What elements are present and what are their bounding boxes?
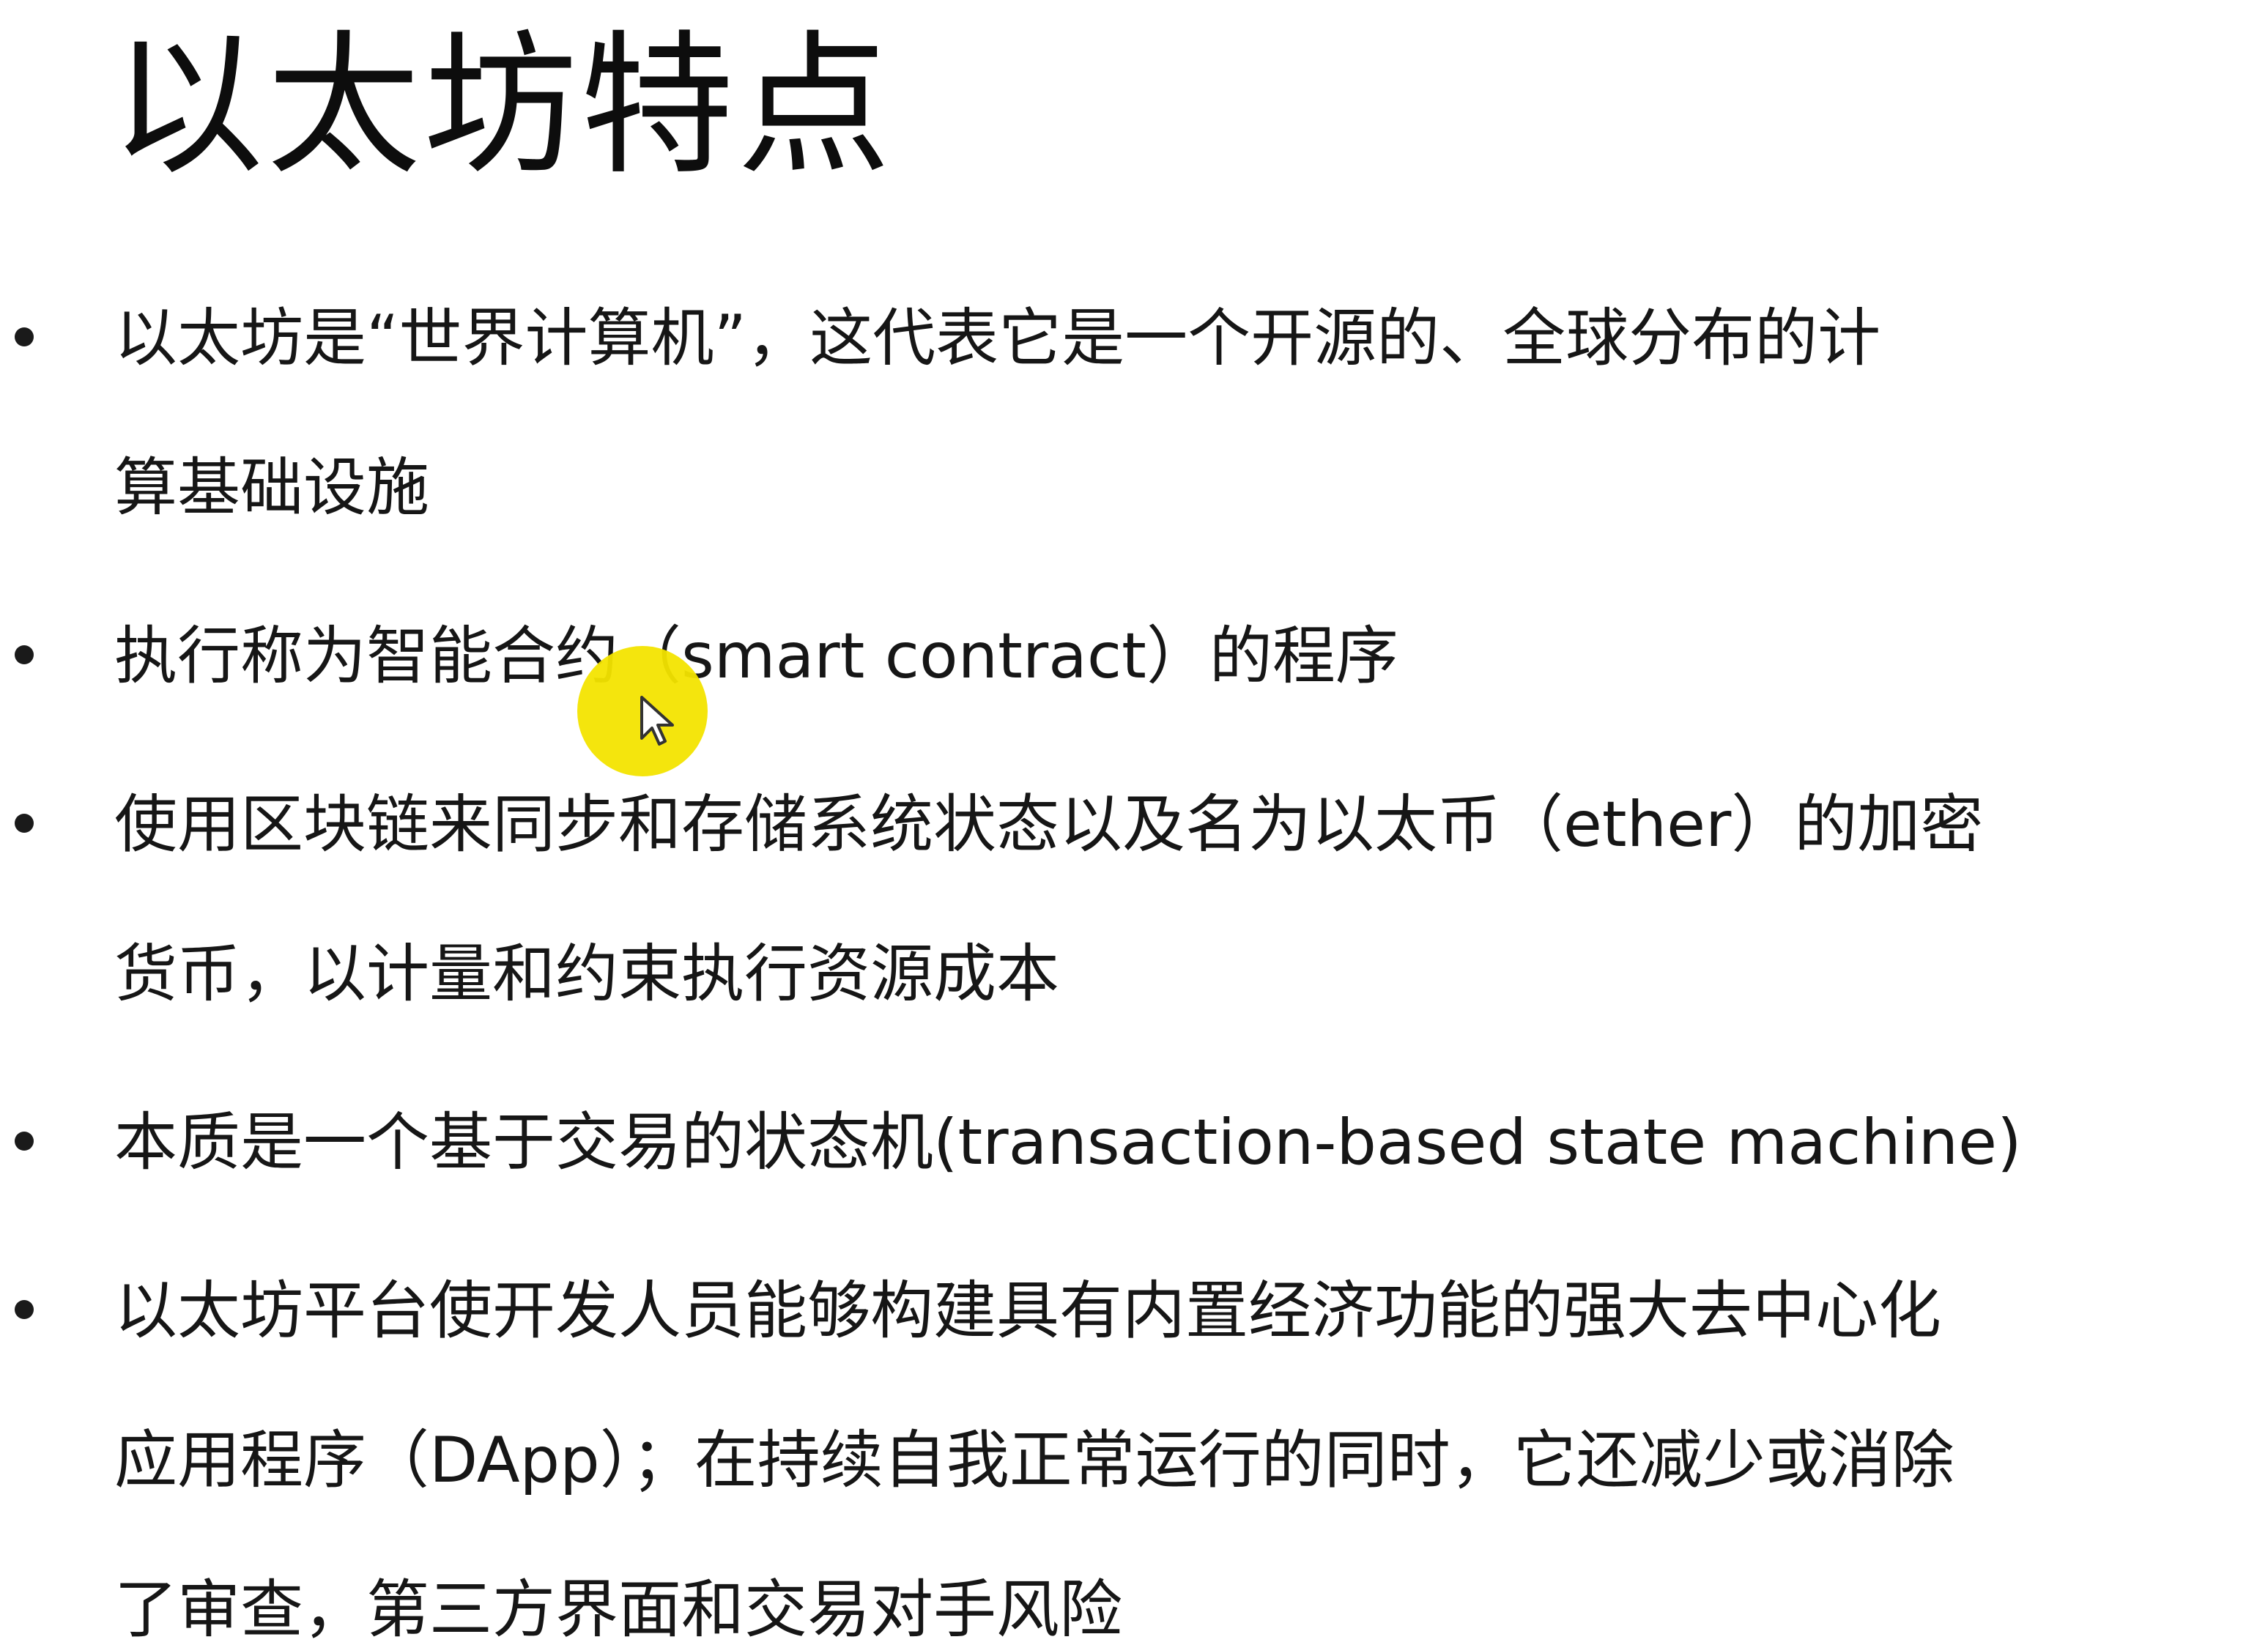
bullet-item-state-machine: 本质是一个基于交易的状态机(transaction-based state ma… (0, 1068, 2268, 1217)
bullet-line: 货币，以计量和约束执行资源成本 (114, 937, 1059, 1011)
bullet-dot-icon (15, 814, 34, 833)
bullet-list: 以太坊是“世界计算机”，这代表它是一个开源的、全球分布的计 算基础设施 执行称为… (0, 264, 2268, 1645)
bullet-item-dapp: 以太坊平台使开发人员能够构建具有内置经济功能的强大去中心化 应用程序（DApp）… (0, 1236, 2268, 1645)
slide: 以太坊特点 以太坊是“世界计算机”，这代表它是一个开源的、全球分布的计 算基础设… (0, 0, 2268, 1645)
bullet-line: 了审查，第三方界面和交易对手风险 (114, 1573, 1122, 1645)
bullet-line: 算基础设施 (114, 451, 429, 524)
bullet-line: 以太坊是“世界计算机”，这代表它是一个开源的、全球分布的计 (114, 302, 1881, 375)
bullet-dot-icon (15, 1132, 34, 1151)
bullet-dot-icon (15, 1300, 34, 1319)
bullet-line: 本质是一个基于交易的状态机(transaction-based state ma… (114, 1106, 2022, 1179)
bullet-line: 以太坊平台使开发人员能够构建具有内置经济功能的强大去中心化 (114, 1274, 1941, 1348)
bullet-line: 使用区块链来同步和存储系统状态以及名为以太币（ether）的加密 (114, 788, 1984, 861)
bullet-dot-icon (15, 645, 34, 664)
bullet-line: 应用程序（DApp）；在持续自我正常运行的同时，它还减少或消除 (114, 1424, 1954, 1497)
mouse-pointer-icon (640, 696, 674, 746)
slide-title: 以太坊特点 (110, 16, 894, 196)
bullet-item-world-computer: 以太坊是“世界计算机”，这代表它是一个开源的、全球分布的计 算基础设施 (0, 264, 2268, 562)
bullet-dot-icon (15, 327, 34, 346)
bullet-line: 执行称为智能合约（smart contract）的程序 (114, 620, 1398, 693)
bullet-item-smart-contract: 执行称为智能合约（smart contract）的程序 (0, 582, 2268, 731)
bullet-item-blockchain-ether: 使用区块链来同步和存储系统状态以及名为以太币（ether）的加密 货币，以计量和… (0, 750, 2268, 1049)
